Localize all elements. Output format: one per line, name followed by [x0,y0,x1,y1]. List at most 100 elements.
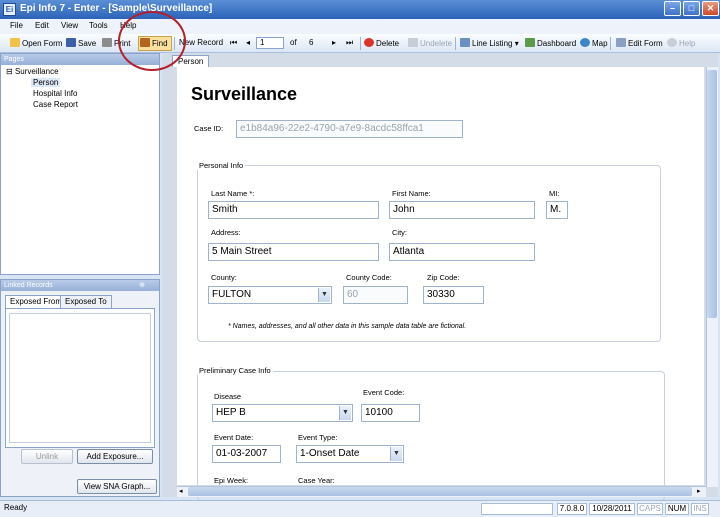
exposure-list[interactable] [5,308,155,448]
status-ins: INS [691,503,709,515]
add-exposure-button[interactable]: Add Exposure... [77,449,153,464]
case-id-field[interactable]: e1b84a96-22e2-4790-a7e9-8acdc58ffca1 [236,120,463,138]
status-version: 7.0.8.0 [557,503,587,515]
county-dropdown[interactable]: FULTON ▼ [208,286,332,304]
exposure-list-inner [9,313,151,443]
delete-label: Delete [376,39,400,48]
first-name-field[interactable]: John [389,201,535,219]
pages-panel: Pages ⊟ Surveillance Person Hospital Inf… [0,53,160,275]
status-bar: Ready 7.0.8.0 10/28/2011 CAPS NUM INS [0,500,720,517]
edit-form-icon [616,38,626,47]
tree-item-case-report[interactable]: Case Report [33,100,78,109]
menu-view[interactable]: View [61,21,78,30]
event-date-label: Event Date: [214,433,254,442]
view-sna-graph-button[interactable]: View SNA Graph... [77,479,157,494]
save-label: Save [78,39,97,48]
tree-item-hospital-info[interactable]: Hospital Info [33,89,77,98]
tree-root-label: Surveillance [14,67,59,76]
status-progress [481,503,553,515]
chevron-down-icon[interactable]: ▼ [390,447,402,461]
first-record-icon[interactable]: ⏮ [230,38,237,48]
personal-info-title: Personal Info [197,161,246,170]
county-value: FULTON [212,289,252,300]
record-total: 6 [309,38,314,47]
event-code-field[interactable]: 10100 [361,404,420,422]
linked-records-header: Linked Records ⊕ [1,280,159,291]
list-icon [460,38,470,47]
menu-bar: File Edit View Tools Help [0,19,720,34]
last-name-field[interactable]: Smith [208,201,379,219]
undelete-button[interactable]: Undelete [408,38,452,48]
disease-dropdown[interactable]: HEP B ▼ [212,404,353,422]
menu-file[interactable]: File [10,21,23,30]
linked-records-title: Linked Records [4,282,53,289]
event-date-field[interactable]: 01-03-2007 [212,445,281,463]
toolbar-separator [455,37,456,50]
vertical-scroll-thumb[interactable] [707,70,717,318]
event-type-dropdown[interactable]: 1-Onset Date ▼ [296,445,404,463]
case-id-label: Case ID: [194,124,224,133]
chevron-down-icon[interactable]: ▼ [318,288,330,302]
maximize-button[interactable]: □ [683,1,700,16]
save-button[interactable]: Save [66,38,96,48]
mi-label: MI: [549,189,560,198]
epi-week-label: Epi Week: [214,476,249,485]
help-button[interactable]: Help [667,38,695,48]
preliminary-case-info-title: Preliminary Case Info [197,366,273,375]
zip-code-field[interactable]: 30330 [423,286,484,304]
map-button[interactable]: Map [580,38,608,48]
disease-value: HEP B [216,407,246,418]
close-button[interactable]: ✕ [702,1,719,16]
tree-root-surveillance[interactable]: ⊟ Surveillance [6,67,59,76]
undelete-label: Undelete [420,39,453,48]
title-bar: Ei Epi Info 7 - Enter - [Sample\Surveill… [0,0,720,19]
last-record-icon[interactable]: ⏭ [346,38,353,48]
unlink-button[interactable]: Unlink [21,449,73,464]
menu-edit[interactable]: Edit [35,21,49,30]
tree-item-person[interactable]: Person [31,78,61,87]
app-icon: Ei [3,3,16,16]
event-code-label: Event Code: [363,388,405,397]
edit-form-button[interactable]: Edit Form [616,38,663,48]
status-caps: CAPS [637,503,663,515]
disease-label: Disease [214,392,242,401]
linked-records-panel: Linked Records ⊕ Exposed From Exposed To… [0,279,160,497]
city-label: City: [392,228,407,237]
record-number-input[interactable]: 1 [256,37,284,49]
chevron-down-icon[interactable]: ▼ [339,406,351,420]
county-code-field[interactable]: 60 [343,286,408,304]
horizontal-scroll-thumb[interactable] [188,487,692,496]
next-record-icon[interactable]: ▸ [332,38,336,47]
zip-code-label: Zip Code: [427,273,460,282]
open-form-button[interactable]: Open Form [10,38,62,48]
scroll-left-icon[interactable]: ◂ [179,487,183,495]
line-listing-button[interactable]: Line Listing ▾ [460,38,519,48]
folder-icon [10,38,20,47]
fictional-data-note: * Names, addresses, and all other data i… [228,323,467,330]
tab-exposed-to[interactable]: Exposed To [60,295,112,308]
mi-field[interactable]: M. [546,201,568,219]
status-ready: Ready [4,503,28,512]
address-field[interactable]: 5 Main Street [208,243,379,261]
status-date: 10/28/2011 [589,503,635,515]
tree-collapse-icon[interactable]: ⊟ [6,67,13,76]
toolbar-separator [610,37,611,50]
first-name-label: First Name: [392,189,431,198]
county-code-label: County Code: [346,273,392,282]
tab-exposed-from[interactable]: Exposed From [5,295,68,308]
city-field[interactable]: Atlanta [389,243,535,261]
help-icon [667,38,677,47]
minimize-button[interactable]: – [664,1,681,16]
menu-tools[interactable]: Tools [89,21,108,30]
scroll-right-icon[interactable]: ▸ [697,487,701,495]
window-title: Epi Info 7 - Enter - [Sample\Surveillanc… [20,3,213,14]
address-label: Address: [211,228,241,237]
dashboard-button[interactable]: Dashboard [525,38,576,48]
delete-button[interactable]: Delete [364,38,399,48]
last-name-label: Last Name *: [211,189,255,198]
status-num: NUM [665,503,689,515]
map-label: Map [592,39,608,48]
pin-icon[interactable]: ⊕ [139,280,145,291]
previous-record-icon[interactable]: ◂ [246,38,250,47]
toolbar-separator [360,37,361,50]
